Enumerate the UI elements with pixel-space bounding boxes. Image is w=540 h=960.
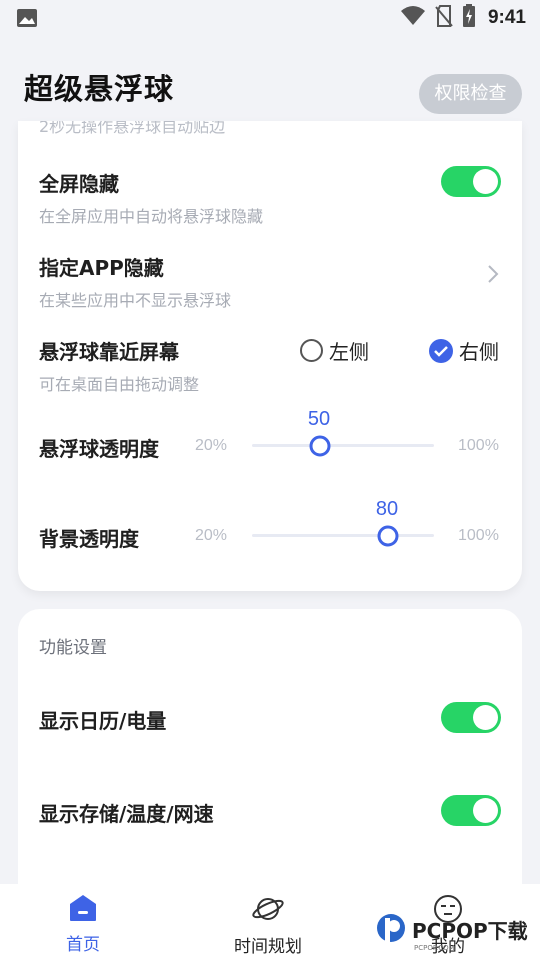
battery-charging-icon [462,4,476,32]
bg-opacity-thumb[interactable] [377,525,399,547]
edge-side-subtitle: 可在桌面自由拖动调整 [39,375,200,394]
wifi-icon [400,5,426,31]
watermark-sub: PCPOP.COM [414,944,455,952]
nav-home[interactable]: 首页 [66,894,100,955]
ball-opacity-row: 悬浮球透明度 20% 50 100% [39,404,501,464]
bg-opacity-max: 100% [458,527,499,544]
auto-edge-hint: 2秒无操作悬浮球自动贴边 [39,121,226,136]
radio-checked-icon [429,338,453,363]
show-storage-row: 显示存储/温度/网速 [39,795,501,827]
chevron-right-icon [487,264,499,288]
radio-unchecked-icon [300,339,323,362]
show-calendar-title: 显示日历/电量 [39,709,167,733]
edge-right-radio[interactable]: 右侧 [429,336,499,365]
ball-settings-card: 2秒无操作悬浮球自动贴边 全屏隐藏 在全屏应用中自动将悬浮球隐藏 指定APP隐藏… [18,121,522,591]
ball-opacity-track[interactable] [252,444,434,447]
planet-icon [251,894,285,928]
page-title: 超级悬浮球 [24,72,175,106]
app-hide-title: 指定APP隐藏 [39,256,164,280]
edge-left-radio[interactable]: 左侧 [300,336,369,365]
permission-check-button[interactable]: 权限检查 [419,74,522,114]
ball-opacity-min: 20% [195,437,228,454]
watermark-text: PCPOP下载 [412,919,528,943]
fullscreen-hide-toggle[interactable] [441,166,501,197]
no-sim-icon [434,4,454,32]
bg-opacity-track[interactable] [252,534,434,537]
bg-opacity-row: 背景透明度 20% 80 100% [39,494,501,554]
nav-time-plan[interactable]: 时间规划 [234,894,302,957]
ball-opacity-value: 50 [307,408,331,430]
nav-time-plan-label: 时间规划 [234,937,302,957]
show-calendar-toggle[interactable] [441,702,501,733]
bg-opacity-min: 20% [195,527,228,544]
ball-opacity-max: 100% [458,437,499,454]
show-storage-title: 显示存储/温度/网速 [39,802,214,826]
fullscreen-hide-row: 全屏隐藏 在全屏应用中自动将悬浮球隐藏 [39,166,501,227]
status-bar: 9:41 [0,0,540,36]
feature-settings-card: 功能设置 显示日历/电量 显示存储/温度/网速 [18,609,522,909]
show-calendar-row: 显示日历/电量 [39,702,501,734]
home-icon [68,894,98,926]
app-hide-row[interactable]: 指定APP隐藏 在某些应用中不显示悬浮球 [39,252,501,311]
app-hide-subtitle: 在某些应用中不显示悬浮球 [39,291,232,310]
bg-opacity-value: 80 [375,498,399,520]
nav-home-label: 首页 [66,935,100,955]
section-title: 功能设置 [39,638,107,658]
show-storage-toggle[interactable] [441,795,501,826]
edge-side-row: 悬浮球靠近屏幕 可在桌面自由拖动调整 左侧 右侧 [39,336,501,395]
status-time: 9:41 [487,7,526,28]
fullscreen-hide-subtitle: 在全屏应用中自动将悬浮球隐藏 [39,207,264,226]
edge-right-label: 右侧 [459,340,499,364]
pcpop-watermark-logo: PCPOP下载 PCPOP.COM [374,910,540,958]
fullscreen-hide-title: 全屏隐藏 [39,172,119,196]
ball-opacity-label: 悬浮球透明度 [39,437,159,461]
gallery-notification-icon [16,8,38,32]
ball-opacity-thumb[interactable] [309,435,331,457]
edge-left-label: 左侧 [329,340,369,364]
bg-opacity-label: 背景透明度 [39,527,139,551]
